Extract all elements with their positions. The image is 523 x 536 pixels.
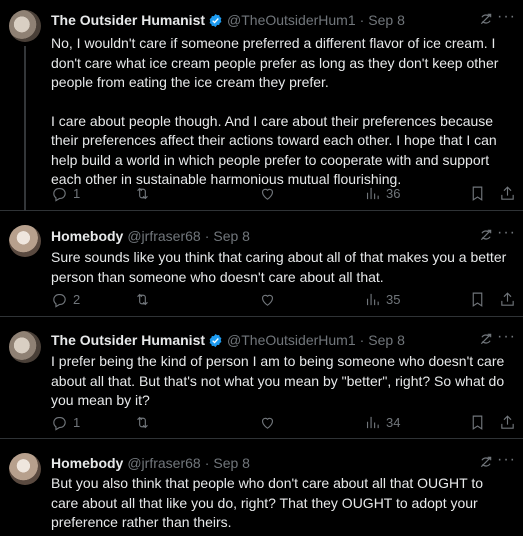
views-button[interactable]: 34 bbox=[364, 414, 400, 431]
display-name[interactable]: Homebody bbox=[51, 455, 123, 471]
more-icon[interactable]: ··· bbox=[497, 328, 516, 346]
reply-button[interactable]: 1 bbox=[51, 185, 80, 202]
more-icon[interactable]: ··· bbox=[497, 8, 516, 26]
retweet-icon bbox=[137, 187, 148, 200]
like-button[interactable] bbox=[259, 291, 281, 308]
views-button[interactable]: 35 bbox=[364, 291, 400, 308]
tweet-paragraph: No, I wouldn't care if someone preferred… bbox=[51, 35, 499, 90]
handle[interactable]: @TheOutsiderHum1 bbox=[227, 12, 356, 28]
heart-icon bbox=[261, 188, 274, 200]
tweet-paragraph: I care about people though. And I care a… bbox=[51, 112, 497, 188]
heart-icon bbox=[261, 417, 274, 429]
tweet[interactable]: Homebody @jrfraser68 · Sep 8 ··· Sure so… bbox=[0, 211, 523, 317]
share-icon bbox=[501, 186, 514, 200]
display-name[interactable]: The Outsider Humanist bbox=[51, 12, 205, 28]
like-button[interactable] bbox=[259, 414, 281, 431]
reply-button[interactable]: 1 bbox=[51, 414, 80, 431]
tweet[interactable]: Homebody @jrfraser68 · Sep 8 ··· But you… bbox=[0, 439, 523, 536]
tweet-header: The Outsider Humanist @TheOutsiderHum1 ·… bbox=[51, 330, 513, 350]
retweet-button[interactable] bbox=[134, 414, 156, 431]
reply-count: 1 bbox=[73, 186, 81, 201]
avatar[interactable] bbox=[9, 10, 41, 42]
thread-line bbox=[24, 46, 26, 211]
grok-icon[interactable] bbox=[479, 12, 493, 26]
display-name[interactable]: The Outsider Humanist bbox=[51, 332, 205, 348]
tweet-text: No, I wouldn't care if someone preferred… bbox=[51, 34, 513, 190]
verified-badge-icon bbox=[209, 13, 222, 27]
action-bar: 1 34 bbox=[51, 414, 515, 434]
grok-icon[interactable] bbox=[479, 228, 493, 242]
separator: · bbox=[359, 12, 365, 28]
reply-icon bbox=[53, 187, 66, 202]
reply-thread: The Outsider Humanist @TheOutsiderHum1 ·… bbox=[0, 0, 523, 536]
reply-button[interactable]: 2 bbox=[51, 291, 80, 308]
reply-count: 1 bbox=[73, 415, 81, 430]
separator: · bbox=[204, 455, 210, 471]
share-button[interactable] bbox=[499, 185, 516, 202]
retweet-button[interactable] bbox=[134, 185, 156, 202]
more-icon[interactable]: ··· bbox=[497, 224, 516, 242]
views-icon bbox=[366, 187, 379, 200]
retweet-icon bbox=[137, 293, 148, 306]
timestamp[interactable]: Sep 8 bbox=[213, 455, 250, 471]
timestamp[interactable]: Sep 8 bbox=[213, 228, 250, 244]
view-count: 36 bbox=[386, 186, 401, 201]
reply-count: 2 bbox=[73, 292, 81, 307]
tweet-paragraph: But you also think that people who don't… bbox=[51, 475, 484, 530]
action-bar: 1 36 bbox=[51, 185, 515, 205]
timestamp[interactable]: Sep 8 bbox=[368, 12, 405, 28]
bookmark-icon bbox=[472, 186, 483, 201]
share-icon bbox=[501, 292, 514, 306]
tweet-header: The Outsider Humanist @TheOutsiderHum1 ·… bbox=[51, 10, 513, 30]
verified-badge-icon bbox=[209, 333, 222, 347]
tweet-paragraph: Sure sounds like you think that caring a… bbox=[51, 249, 507, 285]
retweet-button[interactable] bbox=[134, 291, 156, 308]
handle[interactable]: @TheOutsiderHum1 bbox=[227, 332, 356, 348]
tweet-paragraph: I prefer being the kind of person I am t… bbox=[51, 353, 505, 408]
tweet-header: Homebody @jrfraser68 · Sep 8 bbox=[51, 226, 513, 246]
avatar[interactable] bbox=[9, 453, 41, 485]
tweet-text: I prefer being the kind of person I am t… bbox=[51, 352, 513, 411]
bookmark-icon bbox=[472, 415, 483, 430]
views-icon bbox=[366, 293, 379, 306]
grok-icon[interactable] bbox=[479, 455, 493, 469]
bookmark-button[interactable] bbox=[469, 291, 486, 308]
grok-icon[interactable] bbox=[479, 332, 493, 346]
timestamp[interactable]: Sep 8 bbox=[368, 332, 405, 348]
tweet[interactable]: The Outsider Humanist @TheOutsiderHum1 ·… bbox=[0, 317, 523, 439]
share-button[interactable] bbox=[499, 414, 516, 431]
heart-icon bbox=[261, 294, 274, 306]
reply-icon bbox=[53, 293, 66, 308]
view-count: 34 bbox=[386, 415, 401, 430]
avatar[interactable] bbox=[9, 225, 41, 257]
tweet-header: Homebody @jrfraser68 · Sep 8 bbox=[51, 453, 513, 473]
views-icon bbox=[366, 416, 379, 429]
separator: · bbox=[204, 228, 210, 244]
views-button[interactable]: 36 bbox=[364, 185, 400, 202]
tweet-text: But you also think that people who don't… bbox=[51, 474, 513, 533]
handle[interactable]: @jrfraser68 bbox=[127, 228, 200, 244]
avatar[interactable] bbox=[9, 331, 41, 363]
action-bar: 2 35 bbox=[51, 291, 515, 311]
like-button[interactable] bbox=[259, 185, 281, 202]
share-icon bbox=[501, 415, 514, 429]
bookmark-icon bbox=[472, 292, 483, 307]
share-button[interactable] bbox=[499, 291, 516, 308]
retweet-icon bbox=[137, 416, 148, 429]
handle[interactable]: @jrfraser68 bbox=[127, 455, 200, 471]
more-icon[interactable]: ··· bbox=[497, 451, 516, 469]
bookmark-button[interactable] bbox=[469, 414, 486, 431]
tweet-text: Sure sounds like you think that caring a… bbox=[51, 248, 513, 287]
reply-icon bbox=[53, 416, 66, 431]
separator: · bbox=[359, 332, 365, 348]
bookmark-button[interactable] bbox=[469, 185, 486, 202]
display-name[interactable]: Homebody bbox=[51, 228, 123, 244]
view-count: 35 bbox=[386, 292, 401, 307]
tweet[interactable]: The Outsider Humanist @TheOutsiderHum1 ·… bbox=[0, 0, 523, 211]
